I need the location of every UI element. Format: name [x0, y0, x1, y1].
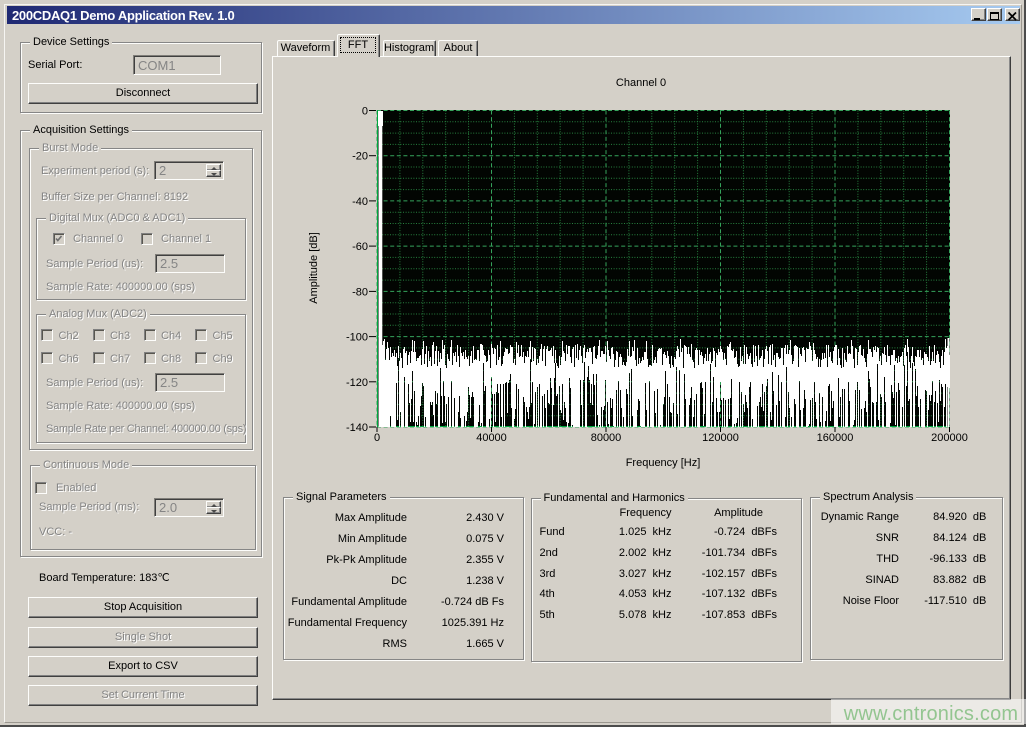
- svg-text:Frequency [Hz]: Frequency [Hz]: [626, 457, 701, 469]
- svg-text:-80: -80: [352, 286, 368, 298]
- svg-text:80000: 80000: [591, 432, 622, 444]
- svg-text:Amplitude [dB]: Amplitude [dB]: [308, 232, 320, 304]
- svg-text:160000: 160000: [817, 432, 854, 444]
- svg-text:40000: 40000: [476, 432, 507, 444]
- svg-text:-40: -40: [352, 196, 368, 208]
- svg-text:0: 0: [374, 432, 380, 444]
- svg-text:Channel 0: Channel 0: [616, 77, 666, 89]
- svg-text:200000: 200000: [931, 432, 968, 444]
- svg-text:-120: -120: [346, 377, 368, 389]
- svg-text:120000: 120000: [702, 432, 739, 444]
- svg-text:-60: -60: [352, 241, 368, 253]
- svg-text:0: 0: [362, 106, 368, 118]
- svg-text:-140: -140: [346, 422, 368, 434]
- svg-text:-20: -20: [352, 151, 368, 163]
- svg-text:-100: -100: [346, 332, 368, 344]
